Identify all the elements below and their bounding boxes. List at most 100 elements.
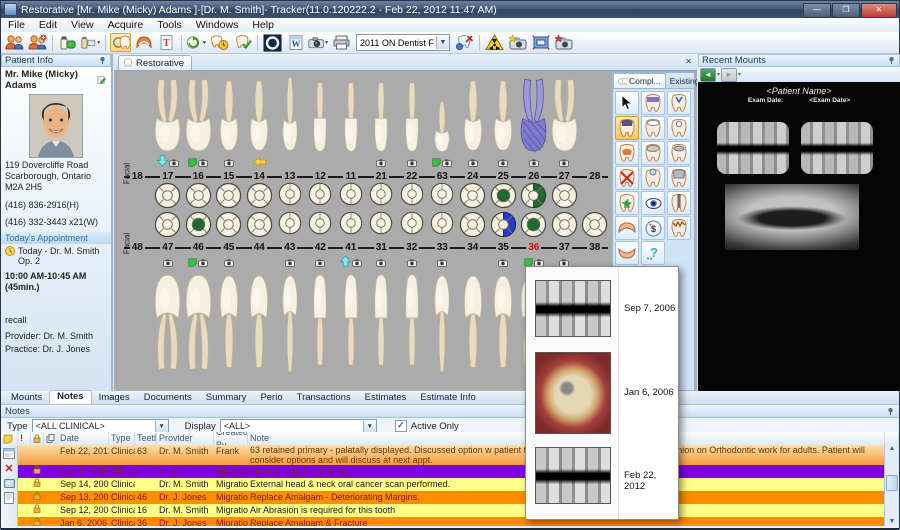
new-note-icon[interactable] bbox=[3, 447, 16, 459]
occlusal-circle-22[interactable] bbox=[397, 182, 428, 210]
tooth-chart-icon[interactable] bbox=[110, 33, 131, 52]
camera-review-icon[interactable] bbox=[553, 33, 574, 52]
tooth-63[interactable] bbox=[427, 76, 458, 154]
occlusal-circle-63[interactable] bbox=[427, 182, 458, 210]
mount-preview[interactable]: <Patient Name> Exam Date: <Exam Date> bbox=[698, 82, 900, 391]
occlusal-circle-45[interactable] bbox=[214, 211, 245, 239]
tooth-26-selected[interactable] bbox=[519, 76, 550, 154]
note-detail-icon[interactable] bbox=[3, 477, 16, 489]
palette-fracture-icon[interactable] bbox=[667, 216, 691, 240]
tooth-34[interactable] bbox=[458, 271, 489, 374]
bitewing-xray-right[interactable] bbox=[801, 122, 873, 174]
tooth-35[interactable] bbox=[488, 271, 519, 374]
palette-sealant-icon[interactable] bbox=[615, 191, 639, 215]
camera-new-icon[interactable] bbox=[507, 33, 528, 52]
occlusal-circle-43[interactable] bbox=[275, 211, 306, 239]
occlusal-circle-35[interactable] bbox=[488, 211, 519, 239]
tab-documents[interactable]: Documents bbox=[137, 392, 199, 404]
occlusal-circle-34[interactable] bbox=[458, 211, 489, 239]
column-header-type[interactable]: Type bbox=[109, 432, 135, 445]
tooth-43[interactable] bbox=[275, 271, 306, 374]
tooth-17[interactable] bbox=[153, 76, 184, 154]
occlusal-circle-24[interactable] bbox=[458, 182, 489, 210]
tab-notes[interactable]: Notes bbox=[49, 390, 91, 404]
palette-cursor-icon[interactable] bbox=[615, 91, 639, 115]
palette-onlay-icon[interactable] bbox=[667, 141, 691, 165]
tooth-number-13[interactable]: 13 bbox=[275, 170, 306, 182]
menu-acquire[interactable]: Acquire bbox=[101, 19, 151, 31]
word-icon[interactable]: W bbox=[285, 33, 306, 52]
note-row[interactable]: Feb 22, 2012Clinical63Dr. M. SmithFrank6… bbox=[18, 445, 885, 465]
column-header-teeth[interactable]: Teeth bbox=[135, 432, 157, 445]
tooth-32[interactable] bbox=[397, 271, 428, 374]
close-button[interactable]: ✕ bbox=[861, 3, 897, 18]
tooth-21[interactable] bbox=[366, 76, 397, 154]
note-report-icon[interactable] bbox=[3, 492, 16, 504]
menu-help[interactable]: Help bbox=[245, 19, 281, 31]
tooth-number-33[interactable]: 33 bbox=[427, 241, 458, 253]
tooth-number-24[interactable]: 24 bbox=[458, 170, 489, 182]
occlusal-circle-11[interactable] bbox=[336, 182, 367, 210]
camera-marker-icon[interactable] bbox=[529, 154, 539, 172]
occlusal-circle-47[interactable] bbox=[153, 211, 184, 239]
tooth-number-11[interactable]: 11 bbox=[336, 170, 367, 182]
yellow-left-arrow-icon[interactable] bbox=[253, 154, 266, 172]
history-thumbnail-xray[interactable] bbox=[535, 280, 611, 337]
printer-icon[interactable] bbox=[331, 33, 352, 52]
palette-watch-icon[interactable] bbox=[641, 191, 665, 215]
occlusal-circle-25[interactable] bbox=[488, 182, 519, 210]
ortho-icon[interactable] bbox=[262, 33, 283, 52]
tooth-number-37[interactable]: 37 bbox=[549, 241, 580, 253]
tooth-number-46[interactable]: 46 bbox=[183, 241, 214, 253]
occlusal-circle-37[interactable] bbox=[549, 211, 580, 239]
meds-icon[interactable] bbox=[57, 33, 78, 52]
camera-marker-icon[interactable] bbox=[498, 154, 508, 172]
next-mount-button[interactable]: ► bbox=[721, 68, 737, 82]
occlusal-circle-33[interactable] bbox=[427, 211, 458, 239]
palette-crown-open-icon[interactable] bbox=[641, 116, 665, 140]
tooth-number-28[interactable]: 28 bbox=[580, 170, 611, 182]
tooth-41[interactable] bbox=[336, 271, 367, 374]
notes-scrollbar[interactable]: ▲▼ bbox=[884, 445, 899, 526]
history-thumbnail-xray[interactable] bbox=[535, 447, 611, 504]
camera-marker-icon[interactable] bbox=[163, 254, 173, 272]
delete-note-icon[interactable]: ✕ bbox=[3, 462, 16, 474]
palette-crown-temp-icon[interactable] bbox=[641, 141, 665, 165]
tooth-45[interactable] bbox=[214, 271, 245, 374]
camera-marker-icon[interactable] bbox=[442, 154, 452, 172]
palette-veneer-icon[interactable] bbox=[667, 91, 691, 115]
occlusal-circle-17[interactable] bbox=[153, 182, 184, 210]
occlusal-circle-21[interactable] bbox=[366, 182, 397, 210]
camera-marker-icon[interactable] bbox=[315, 254, 325, 272]
palette-tab-compl[interactable]: Compl... bbox=[613, 73, 666, 88]
occlusal-circle-31[interactable] bbox=[366, 211, 397, 239]
tooth-22[interactable] bbox=[397, 76, 428, 154]
menu-tools[interactable]: Tools bbox=[150, 19, 189, 31]
tooth-25[interactable] bbox=[488, 76, 519, 154]
tooth-31[interactable] bbox=[366, 271, 397, 374]
occlusal-circle-36[interactable] bbox=[519, 211, 550, 239]
tooth-number-44[interactable]: 44 bbox=[244, 241, 275, 253]
camera-marker-icon[interactable] bbox=[224, 254, 234, 272]
occlusal-circle-12[interactable] bbox=[305, 182, 336, 210]
tooth-11[interactable] bbox=[336, 76, 367, 154]
scrollbar-thumb[interactable] bbox=[886, 475, 898, 491]
camera-marker-icon[interactable] bbox=[437, 254, 447, 272]
tooth-number-38[interactable]: 38 bbox=[580, 241, 611, 253]
camera-marker-icon[interactable] bbox=[198, 154, 208, 172]
palette-question-icon[interactable]: ? bbox=[641, 241, 665, 265]
history-thumbnail-photo[interactable] bbox=[535, 352, 611, 434]
tooth-46[interactable] bbox=[183, 271, 214, 374]
tooth-number-25[interactable]: 25 bbox=[488, 170, 519, 182]
claims-icon[interactable] bbox=[454, 33, 475, 52]
tab-transactions[interactable]: Transactions bbox=[290, 392, 358, 404]
camera-marker-icon[interactable] bbox=[468, 154, 478, 172]
tab-close-icon[interactable]: ✕ bbox=[685, 57, 692, 66]
minimize-button[interactable]: — bbox=[803, 3, 831, 18]
occlusal-circle-41[interactable] bbox=[336, 211, 367, 239]
column-header-created-by[interactable]: Created By bbox=[214, 432, 248, 445]
tooth-16[interactable] bbox=[183, 76, 214, 154]
tooth-number-34[interactable]: 34 bbox=[458, 241, 489, 253]
occlusal-circle-26[interactable] bbox=[519, 182, 550, 210]
occlusal-circle-16[interactable] bbox=[183, 182, 214, 210]
